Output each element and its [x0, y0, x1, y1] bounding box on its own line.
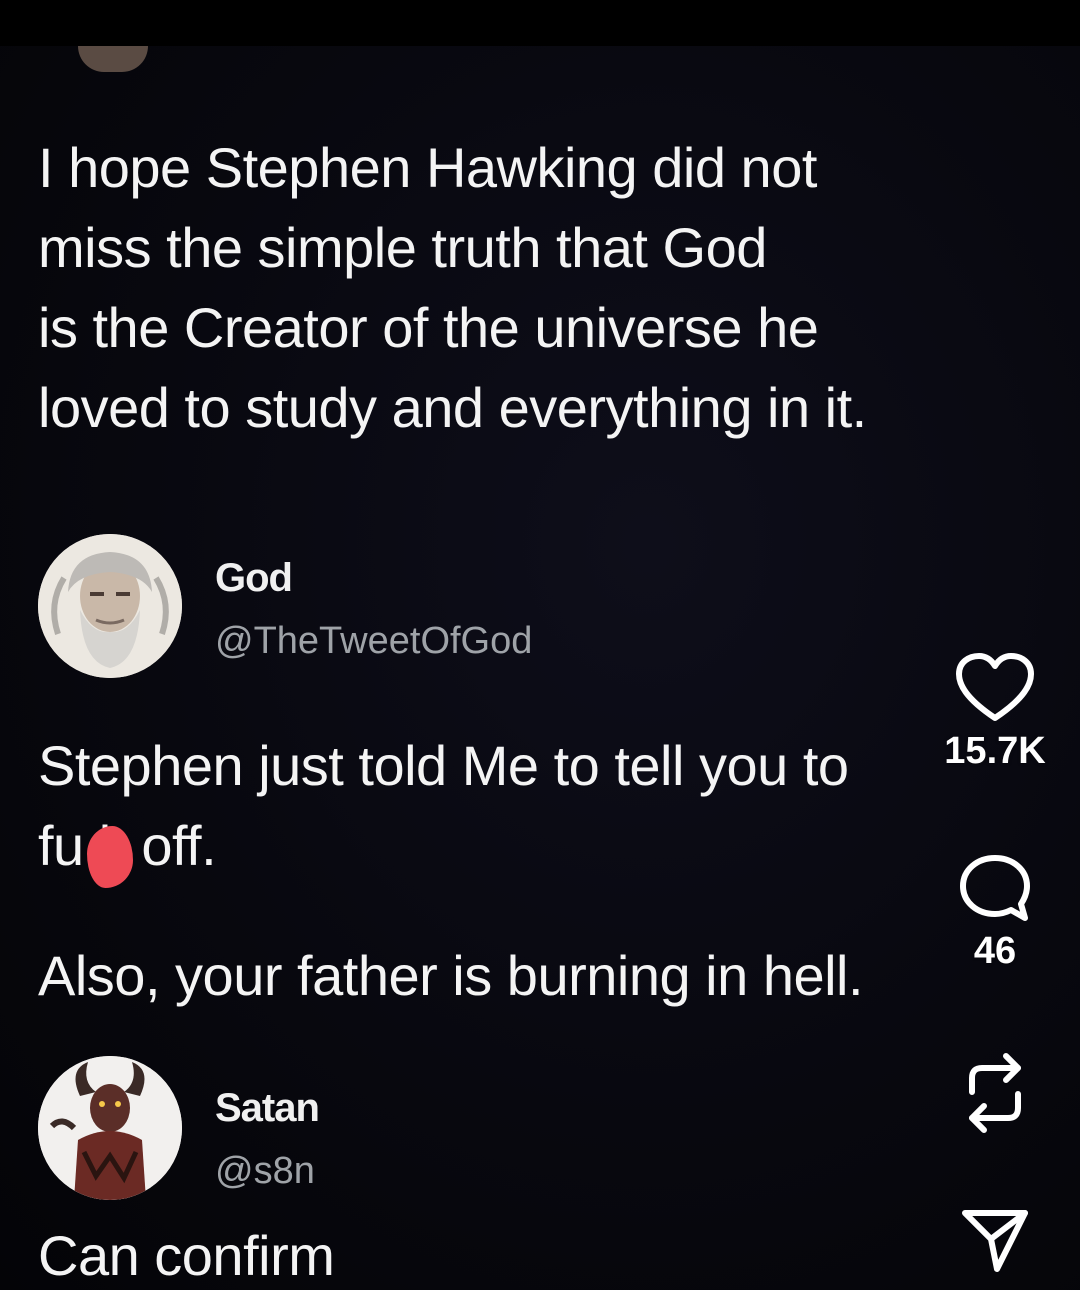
tweet-text: Can confirm	[38, 1224, 335, 1287]
cropped-avatar	[78, 46, 148, 72]
like-count: 15.7K	[944, 730, 1046, 772]
like-button[interactable]: 15.7K	[935, 652, 1055, 773]
send-icon[interactable]	[959, 1205, 1031, 1275]
tweet-text-line: Stephen just told Me to tell you to	[38, 734, 849, 797]
screen: I hope Stephen Hawking did not miss the …	[0, 0, 1080, 1290]
comment-icon[interactable]	[957, 852, 1033, 924]
repost-icon[interactable]	[962, 1048, 1028, 1138]
tweet-text-line: Also, your father is burning in hell.	[38, 944, 864, 1007]
tweet-author: Satan @s8n	[38, 1056, 738, 1206]
author-handle: @TheTweetOfGod	[215, 620, 533, 662]
share-button[interactable]	[955, 1205, 1035, 1275]
tweet-text: I hope Stephen Hawking did not miss the …	[38, 136, 867, 439]
avatar	[38, 1056, 182, 1200]
author-name: Satan	[215, 1086, 320, 1130]
author-name: God	[215, 556, 293, 600]
avatar	[38, 534, 182, 678]
comment-button[interactable]: 46	[935, 852, 1055, 973]
cropped-handle	[215, 46, 615, 56]
repost-button[interactable]	[955, 1048, 1035, 1138]
status-bar	[0, 0, 1080, 46]
tweet-author: God @TheTweetOfGod	[38, 534, 738, 684]
author-handle: @s8n	[215, 1150, 315, 1192]
post-image[interactable]: I hope Stephen Hawking did not miss the …	[0, 46, 1080, 1290]
comment-count: 46	[973, 930, 1017, 972]
heart-icon[interactable]	[955, 652, 1035, 724]
